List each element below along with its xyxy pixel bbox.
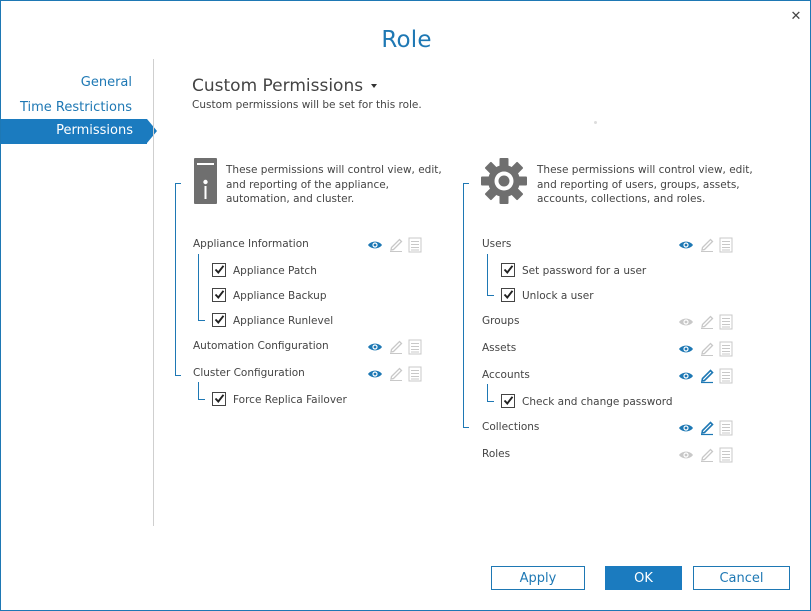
report-icon[interactable] [408, 339, 422, 359]
dialog-title: Role [381, 27, 432, 53]
report-icon[interactable] [408, 366, 422, 386]
permissions-mode-dropdown[interactable]: Custom Permissions [192, 76, 378, 96]
report-icon[interactable] [719, 314, 733, 334]
tree-line [198, 399, 205, 400]
tree-line [198, 382, 199, 400]
checkbox-appliance-runlevel[interactable] [212, 313, 226, 327]
perm-users: Users [482, 238, 512, 250]
edit-icon[interactable] [388, 237, 404, 257]
tree-line [463, 183, 469, 184]
edit-icon[interactable] [388, 339, 404, 359]
view-icon[interactable] [678, 314, 694, 334]
tree-line [198, 320, 205, 321]
perm-icons [367, 237, 423, 253]
tree-line [487, 295, 494, 296]
edit-icon[interactable] [699, 368, 715, 388]
view-icon[interactable] [367, 339, 383, 359]
perm-set-password: Set password for a user [522, 265, 647, 277]
perm-icons [678, 237, 734, 253]
report-icon[interactable] [408, 237, 422, 257]
right-description: These permissions will control view, edi… [537, 164, 753, 205]
perm-icons [367, 339, 423, 355]
edit-icon[interactable] [699, 237, 715, 257]
edit-icon[interactable] [699, 420, 715, 440]
report-icon[interactable] [719, 341, 733, 361]
view-icon[interactable] [678, 447, 694, 467]
nav-item-permissions-label: Permissions [56, 123, 133, 138]
edit-icon[interactable] [699, 314, 715, 334]
perm-automation-configuration: Automation Configuration [193, 340, 329, 352]
checkbox-appliance-patch[interactable] [212, 263, 226, 277]
tree-line [198, 254, 199, 321]
view-icon[interactable] [367, 237, 383, 257]
perm-unlock-user: Unlock a user [522, 290, 594, 302]
tree-line [487, 254, 488, 296]
tree-line [175, 183, 181, 184]
edit-icon[interactable] [699, 447, 715, 467]
tree-line [175, 375, 181, 376]
perm-icons [678, 314, 734, 330]
perm-icons [678, 368, 734, 384]
nav-item-time-restrictions[interactable]: Time Restrictions [20, 100, 132, 115]
perm-appliance-information: Appliance Information [193, 238, 309, 250]
perm-cluster-configuration: Cluster Configuration [193, 367, 305, 379]
perm-collections: Collections [482, 421, 540, 433]
gear-icon [481, 158, 527, 208]
apply-button[interactable]: Apply [491, 566, 585, 590]
cancel-button[interactable]: Cancel [693, 566, 790, 590]
tree-line [487, 384, 488, 402]
perm-icons [678, 420, 734, 436]
perm-appliance-patch: Appliance Patch [233, 265, 317, 277]
perm-groups: Groups [482, 315, 520, 327]
chevron-down-icon [371, 84, 378, 88]
checkbox-unlock-user[interactable] [501, 288, 515, 302]
perm-appliance-backup: Appliance Backup [233, 290, 327, 302]
view-icon[interactable] [678, 341, 694, 361]
checkbox-set-password[interactable] [501, 263, 515, 277]
tree-line [463, 427, 469, 428]
view-icon[interactable] [678, 237, 694, 257]
report-icon[interactable] [719, 237, 733, 257]
nav-item-permissions[interactable]: Permissions [1, 119, 157, 144]
tree-line [487, 401, 494, 402]
perm-force-replica-failover: Force Replica Failover [233, 394, 347, 406]
role-dialog: ✕ Role General Time Restrictions Permiss… [0, 0, 811, 611]
edit-icon[interactable] [388, 366, 404, 386]
view-icon[interactable] [678, 420, 694, 440]
perm-assets: Assets [482, 342, 517, 354]
server-icon [194, 158, 217, 208]
permissions-subtitle: Custom permissions will be set for this … [192, 99, 422, 111]
report-icon[interactable] [719, 447, 733, 467]
checkbox-check-change-password[interactable] [501, 394, 515, 408]
checkbox-appliance-backup[interactable] [212, 288, 226, 302]
perm-icons [678, 341, 734, 357]
checkbox-force-replica-failover[interactable] [212, 392, 226, 406]
view-icon[interactable] [678, 368, 694, 388]
report-icon[interactable] [719, 420, 733, 440]
view-icon[interactable] [367, 366, 383, 386]
perm-appliance-runlevel: Appliance Runlevel [233, 315, 334, 327]
nav-divider [153, 59, 154, 526]
nav-item-general[interactable]: General [81, 75, 132, 90]
edit-icon[interactable] [699, 341, 715, 361]
tree-line-left [175, 183, 176, 376]
permissions-mode-label: Custom Permissions [192, 76, 364, 96]
decorative-dot [594, 121, 597, 124]
left-description: These permissions will control view, edi… [226, 164, 442, 205]
perm-icons [678, 447, 734, 463]
tree-line-right [463, 183, 464, 428]
report-icon[interactable] [719, 368, 733, 388]
close-icon[interactable]: ✕ [788, 9, 804, 25]
perm-icons [367, 366, 423, 382]
perm-roles: Roles [482, 448, 511, 460]
ok-button[interactable]: OK [605, 566, 682, 590]
perm-accounts: Accounts [482, 369, 530, 381]
perm-check-change-password: Check and change password [522, 396, 673, 408]
